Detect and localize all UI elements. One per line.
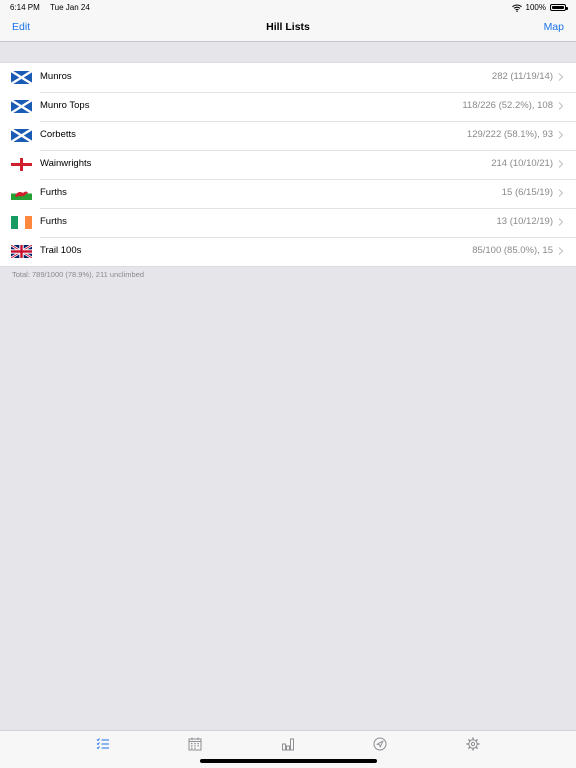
list-progress: 85/100 (85.0%), 15 [472,245,553,256]
list-name: Munros [40,71,72,82]
status-time: 6:14 PM [10,3,40,12]
list-item[interactable]: Corbetts 129/222 (58.1%), 93 [0,121,576,150]
chevron-right-icon [558,73,564,81]
chevron-right-icon [558,160,564,168]
total-summary: Total: 789/1000 (78.9%), 211 unclimbed [12,270,145,279]
battery-percent: 100% [525,3,546,12]
chevron-right-icon [558,102,564,110]
chevron-right-icon [558,247,564,255]
uk-flag-icon [11,245,32,258]
list-item[interactable]: Munro Tops 118/226 (52.2%), 108 [0,92,576,121]
list-name: Furths [40,216,67,227]
list-progress: 214 (10/10/21) [491,158,553,169]
list-item[interactable]: Furths 15 (6/15/19) [0,179,576,208]
wales-flag-icon [11,187,32,200]
hill-lists-table: Munros 282 (11/19/14) Munro Tops 118/226… [0,62,576,267]
list-item[interactable]: Trail 100s 85/100 (85.0%), 15 [0,237,576,266]
navigation-bar: Edit Hill Lists Map [0,16,576,42]
map-button[interactable]: Map [544,21,564,33]
wifi-icon [511,4,522,12]
list-name: Corbetts [40,129,76,140]
page-title: Hill Lists [266,21,310,33]
list-name: Munro Tops [40,100,90,111]
list-progress: 15 (6/15/19) [501,187,553,198]
list-item[interactable]: Munros 282 (11/19/14) [0,63,576,92]
chevron-right-icon [558,189,564,197]
checklist-icon[interactable] [96,737,110,751]
home-indicator [200,759,377,763]
tab-bar [0,730,576,768]
ireland-flag-icon [11,216,32,229]
list-progress: 129/222 (58.1%), 93 [466,129,553,140]
list-progress: 282 (11/19/14) [491,71,553,82]
list-name: Furths [40,187,67,198]
list-item[interactable]: Wainwrights 214 (10/10/21) [0,150,576,179]
list-progress: 118/226 (52.2%), 108 [462,100,553,111]
chevron-right-icon [558,131,564,139]
scotland-flag-icon [11,129,32,142]
list-name: Wainwrights [40,158,92,169]
status-date: Tue Jan 24 [50,3,90,12]
status-bar: 6:14 PM Tue Jan 24 100% [0,0,576,16]
bar-chart-icon[interactable] [281,737,295,751]
calendar-icon[interactable] [188,737,202,751]
england-flag-icon [11,158,32,171]
scotland-flag-icon [11,100,32,113]
gear-icon[interactable] [466,737,480,751]
list-progress: 13 (10/12/19) [496,216,553,227]
list-item[interactable]: Furths 13 (10/12/19) [0,208,576,237]
list-name: Trail 100s [40,245,82,256]
battery-icon [550,4,568,11]
chevron-right-icon [558,218,564,226]
scotland-flag-icon [11,71,32,84]
navigation-icon[interactable] [373,737,387,751]
